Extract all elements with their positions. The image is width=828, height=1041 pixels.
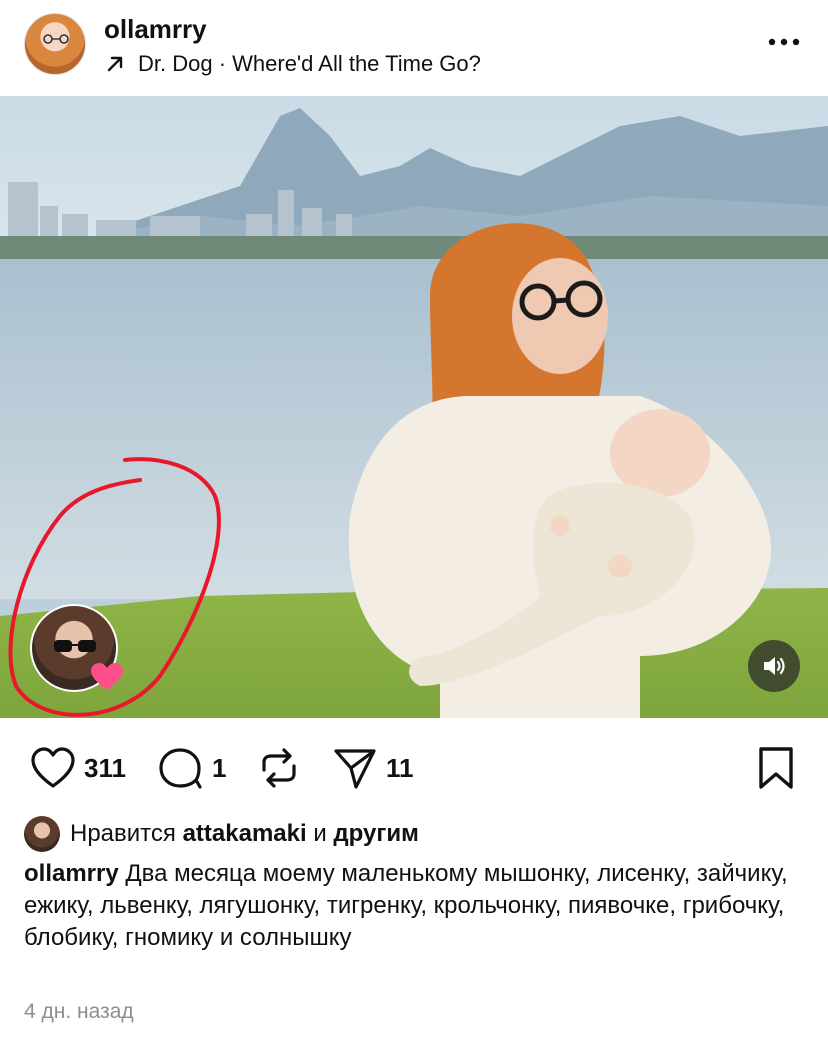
repost-icon [262, 748, 296, 788]
bookmark-icon[interactable] [756, 746, 796, 790]
like-button[interactable]: 311 [30, 746, 126, 790]
heart-icon [91, 663, 123, 690]
post-photo[interactable] [0, 96, 828, 718]
arrow-up-right-icon [107, 56, 123, 72]
share-button[interactable]: 11 [332, 746, 414, 790]
caption-text: Два месяца моему маленькому мышонку, лис… [24, 860, 788, 951]
shares-count: 11 [386, 752, 414, 783]
speaker-icon [764, 657, 785, 675]
glasses-icon [43, 34, 69, 44]
profile-avatar[interactable] [24, 13, 86, 75]
sound-toggle-button[interactable] [748, 640, 800, 692]
post-username[interactable]: ollamrry [104, 14, 207, 45]
comments-count: 1 [212, 752, 227, 783]
liker-avatar [24, 816, 60, 852]
post-caption: ollamrry Два месяца моему маленькому мыш… [24, 858, 804, 954]
music-title: Dr. Dog · Where'd All the Time Go? [138, 51, 481, 76]
caption-username[interactable]: ollamrry [24, 860, 119, 887]
heart-outline-icon [31, 747, 75, 788]
comment-icon [159, 748, 202, 789]
music-link[interactable]: Dr. Dog · Where'd All the Time Go? [104, 51, 481, 77]
send-icon [334, 749, 376, 789]
action-bar: 311 1 11 [0, 730, 828, 802]
liked-by-row[interactable]: Нравится attakamaki и другим [24, 816, 419, 852]
repost-button[interactable] [256, 746, 302, 790]
post-header: ollamrry Dr. Dog · Where'd All the Time … [0, 0, 828, 96]
liked-by-user[interactable]: attakamaki [183, 820, 307, 848]
more-horizontal-icon[interactable] [766, 30, 802, 54]
liked-by-conjunction: и [313, 820, 327, 847]
photo-scene [0, 96, 828, 718]
glasses-icon [54, 640, 96, 652]
comment-button[interactable]: 1 [158, 746, 226, 790]
liked-by-prefix: Нравится [70, 820, 176, 847]
likes-count: 311 [84, 752, 126, 783]
post-timestamp: 4 дн. назад [24, 1000, 134, 1023]
liked-by-others[interactable]: другим [333, 820, 418, 848]
